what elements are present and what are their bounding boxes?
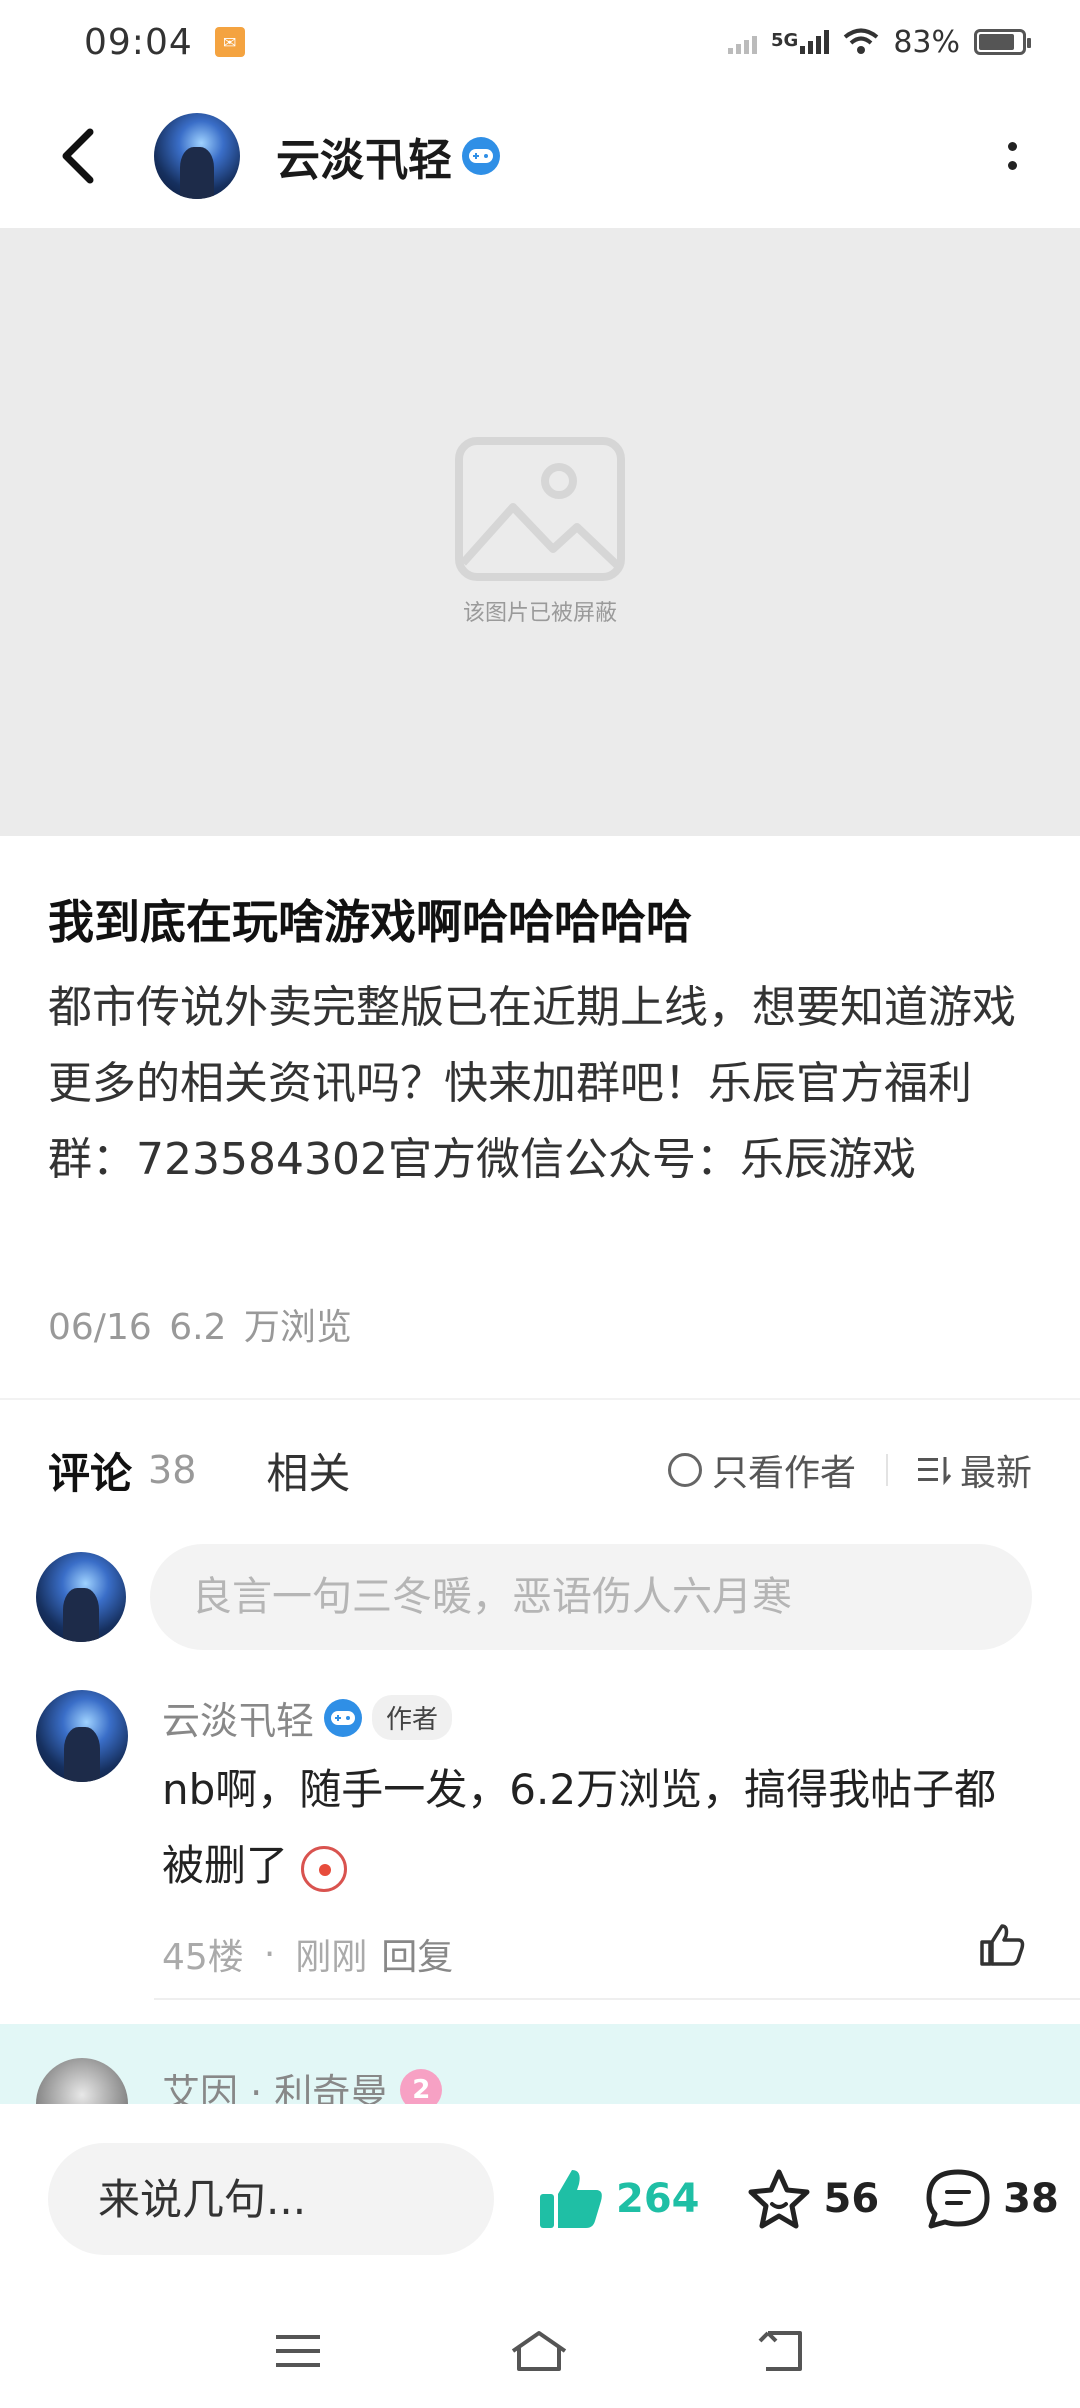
sort-latest[interactable]: 最新 — [960, 1444, 1032, 1496]
status-time: 09:04 — [84, 21, 193, 63]
like-count: 264 — [616, 2176, 700, 2222]
favorite-count: 56 — [823, 2176, 880, 2222]
section-divider — [0, 1398, 1080, 1400]
comment-tabs: 评论 38 相关 只看作者 最新 — [0, 1430, 1080, 1510]
filter-separator — [885, 1454, 888, 1486]
next-commenter-name-row: 艾因 · 利奇曼 2 — [162, 2062, 443, 2104]
tab-related[interactable]: 相关 — [266, 1440, 350, 1501]
clown-emoji-icon — [301, 1845, 348, 1892]
network-type: 5G — [771, 30, 799, 51]
signal-sim2-icon — [728, 30, 757, 54]
tab-comments[interactable]: 评论 — [48, 1440, 132, 1505]
comment-floor: 45楼 — [162, 1937, 244, 1978]
level-badge: 2 — [400, 2068, 443, 2104]
bottom-action-bar: 264 56 38 — [0, 2104, 1080, 2294]
commenter-name-row: 云淡卂轻 作者 — [162, 1690, 453, 1745]
system-nav-bar — [0, 2294, 1080, 2408]
comment-count-button[interactable]: 38 — [925, 2168, 1059, 2230]
reply-button[interactable]: 回复 — [381, 1928, 453, 1980]
gamepad-badge-icon — [324, 1698, 363, 1737]
blocked-image-placeholder: 该图片已被屏蔽 — [0, 228, 1080, 836]
dot-icon — [1007, 161, 1017, 170]
post-body: 都市传说外卖完整版已在近期上线，想要知道游戏更多的相关资讯吗？快来加群吧！乐辰官… — [48, 982, 1016, 1185]
back-button[interactable] — [42, 120, 114, 192]
my-avatar — [36, 1552, 126, 1642]
comment-text: nb啊，随手一发，6.2万浏览，搞得我帖子都被删了 — [162, 1752, 1022, 1904]
post-meta: 06/16 6.2 万浏览 — [48, 1298, 352, 1350]
status-icons: 5G 83% — [728, 24, 1031, 60]
meta-dot: · — [263, 1933, 276, 1975]
gamepad-badge-icon — [462, 137, 500, 175]
app-notification-icon: ✉ — [214, 27, 245, 57]
comment-input-row — [0, 1542, 1080, 1652]
signal-sim1-icon — [800, 30, 830, 54]
next-commenter-avatar — [36, 2058, 128, 2104]
comment-divider — [154, 1998, 1080, 2000]
more-options-button[interactable] — [992, 120, 1032, 192]
author-only-filter[interactable]: 只看作者 — [712, 1444, 856, 1496]
post-date: 06/16 — [48, 1307, 152, 1348]
post-views: 6.2 万浏览 — [169, 1307, 352, 1348]
comments-count: 38 — [148, 1448, 197, 1492]
back-nav-icon[interactable] — [756, 2329, 806, 2373]
comment-count: 38 — [1003, 2176, 1059, 2222]
battery-percent: 83% — [893, 24, 960, 60]
author-name[interactable]: 云淡卂轻 — [276, 124, 452, 188]
star-icon — [748, 2169, 809, 2229]
author-tag: 作者 — [372, 1695, 453, 1740]
next-comment-preview[interactable]: 艾因 · 利奇曼 2 — [0, 2024, 1080, 2104]
comment-time: 刚刚 — [295, 1937, 368, 1978]
sort-lines-icon — [917, 1457, 952, 1485]
quick-comment-input[interactable] — [48, 2143, 494, 2255]
blocked-image-text: 该图片已被屏蔽 — [462, 601, 617, 626]
next-commenter-name: 艾因 · 利奇曼 — [162, 2071, 389, 2104]
author-avatar[interactable] — [154, 113, 240, 199]
post-title: 我到底在玩啥游戏啊哈哈哈哈哈 — [48, 895, 692, 949]
wifi-icon — [844, 28, 879, 54]
radio-circle-icon[interactable] — [667, 1453, 702, 1487]
comment-bubble-icon — [926, 2169, 990, 2229]
comment-meta: 45楼 · 刚刚 回复 — [162, 1928, 453, 1980]
thumbs-up-icon[interactable] — [978, 1922, 1026, 1968]
menu-icon[interactable] — [274, 2331, 322, 2371]
chevron-left-icon — [62, 128, 94, 184]
home-icon[interactable] — [509, 2329, 569, 2373]
favorite-button[interactable]: 56 — [746, 2168, 880, 2230]
comment-input[interactable] — [150, 1544, 1032, 1650]
image-placeholder-icon — [455, 437, 625, 581]
battery-icon — [974, 29, 1031, 55]
dot-icon — [1007, 142, 1017, 151]
comment-body: nb啊，随手一发，6.2万浏览，搞得我帖子都被删了 — [162, 1765, 997, 1890]
post-header: 云淡卂轻 — [0, 96, 1080, 216]
comment-filters: 只看作者 最新 — [667, 1444, 1032, 1496]
commenter-name[interactable]: 云淡卂轻 — [162, 1690, 314, 1745]
commenter-avatar[interactable] — [36, 1690, 128, 1782]
like-button[interactable]: 264 — [538, 2168, 700, 2230]
status-bar: 09:04 ✉ 5G 83% — [0, 0, 1080, 84]
thumbs-up-filled-icon — [540, 2170, 602, 2228]
